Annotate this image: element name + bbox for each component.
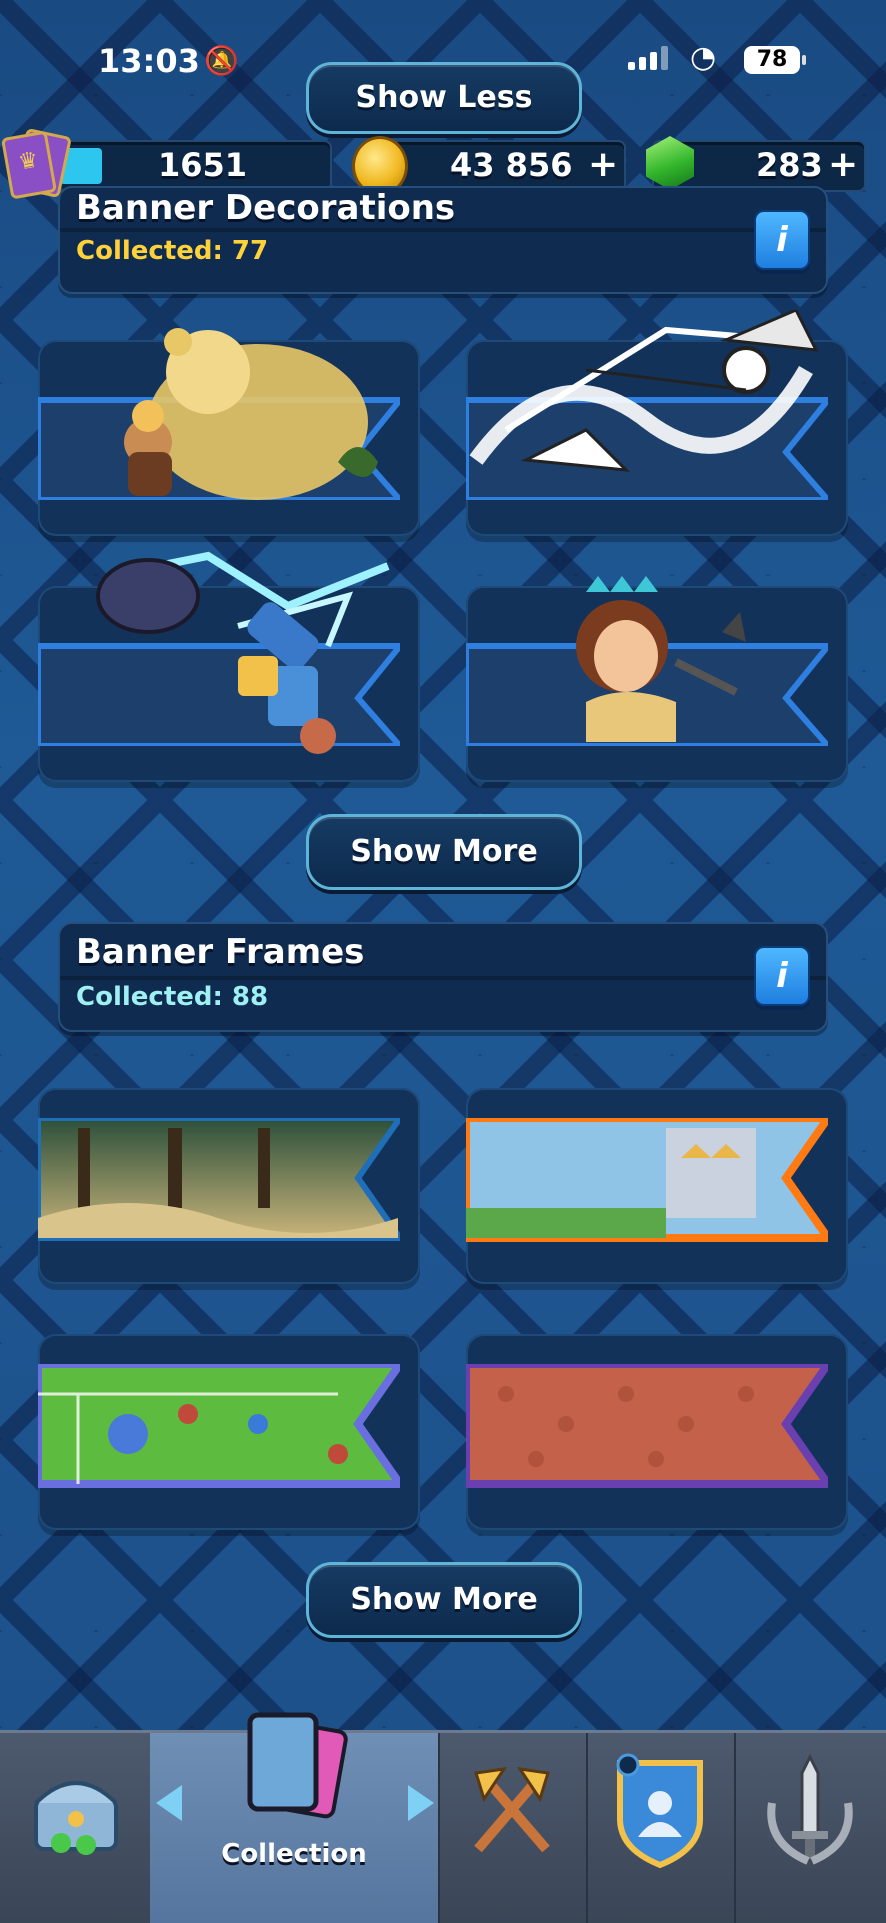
banner-decorations-header: Banner Decorations Collected: 77 i <box>58 186 828 294</box>
arena-frame-banner <box>466 1118 828 1242</box>
nav-tab-shop[interactable] <box>0 1733 152 1923</box>
frame-card-arena[interactable] <box>466 1088 848 1284</box>
cards-crown-icon: ♛ <box>0 127 72 200</box>
section-title: Banner Frames <box>76 932 365 972</box>
nav-tab-social[interactable] <box>586 1733 736 1923</box>
frame-card-soccer[interactable] <box>38 1334 420 1530</box>
decoration-card-princess[interactable] <box>466 576 848 782</box>
decoration-card-archer-sketch[interactable] <box>466 310 848 536</box>
nav-tab-events[interactable] <box>734 1733 886 1923</box>
divider <box>60 976 826 980</box>
show-more-decorations-button[interactable]: Show More <box>306 814 582 890</box>
nav-left-arrow-icon[interactable] <box>156 1785 182 1821</box>
banner-frames-header: Banner Frames Collected: 88 i <box>58 922 828 1032</box>
trophy-bar: 1651 <box>58 140 332 192</box>
trophy-count: 1651 <box>158 146 248 184</box>
divider <box>60 228 826 232</box>
bottom-nav: Collection <box>0 1712 886 1923</box>
gold-amount: 43 856 <box>450 146 573 184</box>
forest-frame-banner <box>38 1118 400 1241</box>
nav-tab-battle[interactable] <box>438 1733 588 1923</box>
cards-icon <box>247 1712 348 1819</box>
add-gems-icon[interactable]: + <box>828 144 858 185</box>
decoration-card-lightning-kick[interactable] <box>38 551 420 782</box>
treasure-chest-icon <box>34 1781 118 1855</box>
butterfly-frame-banner <box>466 1364 828 1488</box>
decoration-card-bear[interactable] <box>38 328 420 536</box>
show-less-button[interactable]: Show Less <box>306 62 582 134</box>
battery-icon: 78 <box>744 46 806 74</box>
princess-artwork <box>576 576 746 742</box>
gem-amount: 283 <box>756 146 823 184</box>
frame-card-forest[interactable] <box>38 1088 420 1284</box>
info-button[interactable]: i <box>754 946 810 1006</box>
bell-muted-icon: 🔕 <box>204 44 239 77</box>
soccer-frame-banner <box>38 1364 400 1488</box>
collected-count: Collected: 77 <box>76 236 269 266</box>
nav-active-label: Collection <box>221 1839 367 1869</box>
lightning-kick-artwork <box>96 551 390 754</box>
collected-count: Collected: 88 <box>76 982 269 1012</box>
status-time: 13:03 <box>98 42 200 80</box>
crossed-axes-icon <box>474 1767 550 1853</box>
section-title: Banner Decorations <box>76 188 456 228</box>
wifi-icon: ◔ <box>690 40 717 75</box>
nav-right-arrow-icon[interactable] <box>408 1785 434 1821</box>
cellular-signal-icon <box>628 46 670 70</box>
show-more-frames-button[interactable]: Show More <box>306 1562 582 1638</box>
clan-shield-icon <box>616 1753 703 1869</box>
info-button[interactable]: i <box>754 210 810 270</box>
frame-card-butterfly[interactable] <box>466 1334 848 1530</box>
sword-laurel-icon <box>767 1753 853 1865</box>
nav-tab-collection[interactable] <box>150 1712 440 1923</box>
spirit-bear-artwork <box>124 328 378 500</box>
add-gold-icon[interactable]: + <box>588 144 618 185</box>
sketch-warrior-artwork <box>469 310 819 472</box>
